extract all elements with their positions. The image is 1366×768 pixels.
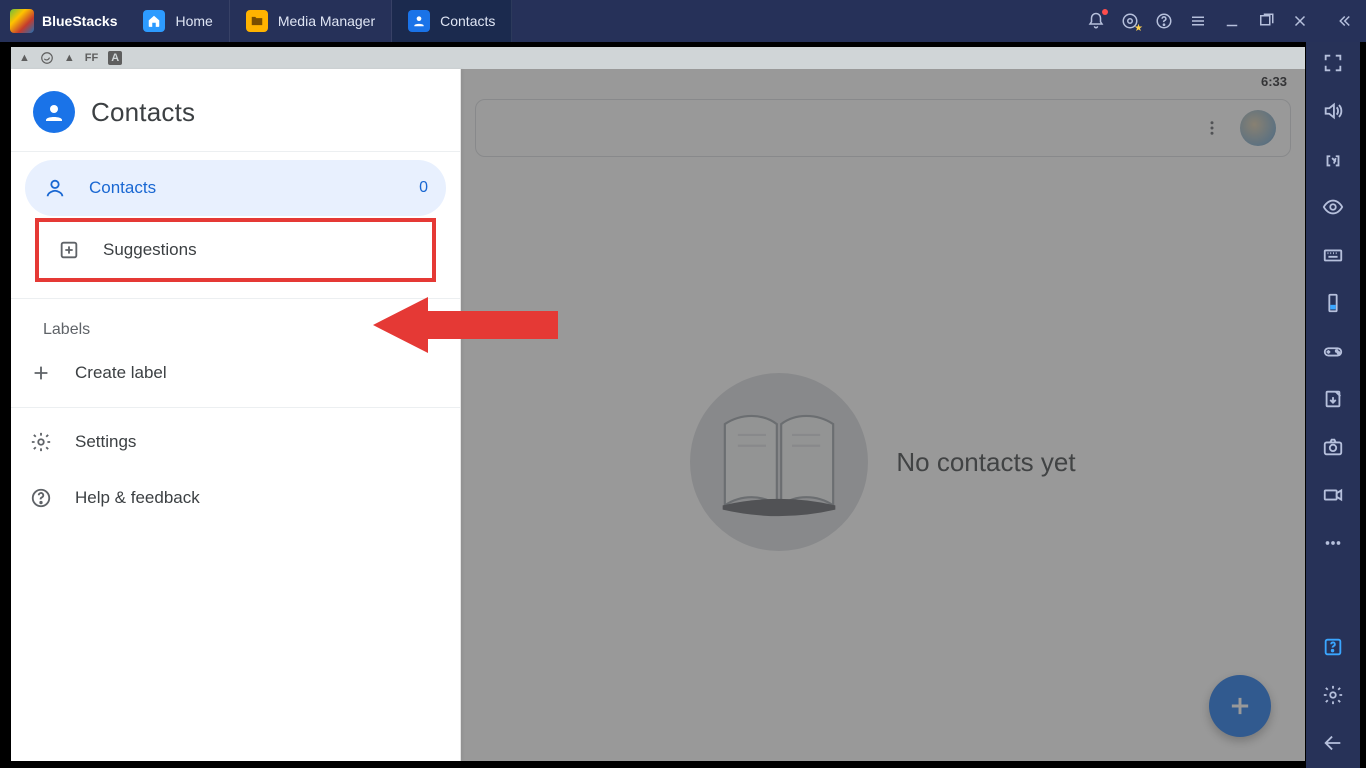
back-arrow-icon[interactable] [1322, 732, 1344, 754]
main-content: 6:33 [461, 69, 1305, 761]
hamburger-menu-icon[interactable] [1188, 11, 1208, 31]
more-horiz-icon[interactable] [1322, 532, 1344, 554]
contacts-app-icon [33, 91, 75, 133]
keyboard-icon[interactable] [1322, 244, 1344, 266]
install-apk-icon[interactable] [1322, 388, 1344, 410]
fullscreen-icon[interactable] [1322, 52, 1344, 74]
nav-label: Suggestions [103, 240, 197, 260]
warning-icon: ▲ [64, 52, 75, 64]
settings-gear-icon[interactable] [1322, 684, 1344, 706]
phone-device-icon[interactable] [1322, 292, 1344, 314]
screenshot-icon[interactable] [1322, 436, 1344, 458]
tab-contacts[interactable]: Contacts [392, 0, 512, 42]
help-outline-icon [29, 486, 53, 510]
nav-item-help[interactable]: Help & feedback [11, 470, 460, 526]
nav-label: Contacts [89, 178, 156, 198]
annotation-highlight: Suggestions [35, 218, 436, 282]
tab-media-manager[interactable]: Media Manager [230, 0, 392, 42]
bluestacks-logo-icon [10, 9, 34, 33]
help-box-icon[interactable] [1322, 636, 1344, 658]
offer-icon[interactable]: ★ [1120, 11, 1140, 31]
title-controls: ★ [1086, 11, 1366, 31]
collapse-sidebar-icon[interactable] [1334, 11, 1354, 31]
window-tabs: Home Media Manager Contacts [127, 0, 512, 42]
nav-item-contacts[interactable]: Contacts 0 [25, 160, 446, 216]
brand-name: BlueStacks [42, 13, 117, 29]
minimize-icon[interactable] [1222, 11, 1242, 31]
person-outline-icon [43, 176, 67, 200]
warning-icon: ▲ [19, 52, 30, 64]
home-icon [143, 10, 165, 32]
tab-label: Home [175, 13, 212, 29]
emulator-stage: ▲ ▲ FF A Contacts [10, 46, 1306, 762]
ff-badge: FF [85, 52, 98, 64]
nav-label: Settings [75, 432, 136, 452]
drawer-header: Contacts [11, 69, 460, 152]
annotation-arrow [373, 293, 563, 357]
bluestacks-side-toolbar [1306, 42, 1360, 768]
nav-item-settings[interactable]: Settings [11, 414, 460, 470]
nav-label: Create label [75, 363, 167, 383]
volume-icon[interactable] [1322, 100, 1344, 122]
eye-icon[interactable] [1322, 196, 1344, 218]
navigation-drawer: Contacts Contacts 0 [11, 69, 461, 761]
whatsapp-icon [40, 51, 54, 65]
contacts-count: 0 [419, 179, 428, 197]
maximize-icon[interactable] [1256, 11, 1276, 31]
scrim-overlay[interactable] [461, 69, 1305, 761]
titlebar: BlueStacks Home Media Manager Contacts [0, 0, 1366, 42]
tab-label: Media Manager [278, 13, 375, 29]
help-icon[interactable] [1154, 11, 1174, 31]
notification-bell-icon[interactable] [1086, 11, 1106, 31]
nav-label: Help & feedback [75, 488, 200, 508]
cursor-lock-icon[interactable] [1322, 148, 1344, 170]
plus-icon [29, 361, 53, 385]
nav-item-suggestions[interactable]: Suggestions [39, 222, 432, 278]
tab-label: Contacts [440, 13, 495, 29]
tab-home[interactable]: Home [127, 0, 229, 42]
close-icon[interactable] [1290, 11, 1310, 31]
folder-icon [246, 10, 268, 32]
person-icon [408, 10, 430, 32]
gamepad-icon[interactable] [1322, 340, 1344, 362]
app-multi-instance-strip: ▲ ▲ FF A [11, 47, 1305, 69]
record-icon[interactable] [1322, 484, 1344, 506]
gear-icon [29, 430, 53, 454]
a-badge: A [108, 51, 122, 65]
drawer-title: Contacts [91, 97, 195, 128]
contacts-app: Contacts Contacts 0 [11, 69, 1305, 761]
suggestion-icon [57, 238, 81, 262]
